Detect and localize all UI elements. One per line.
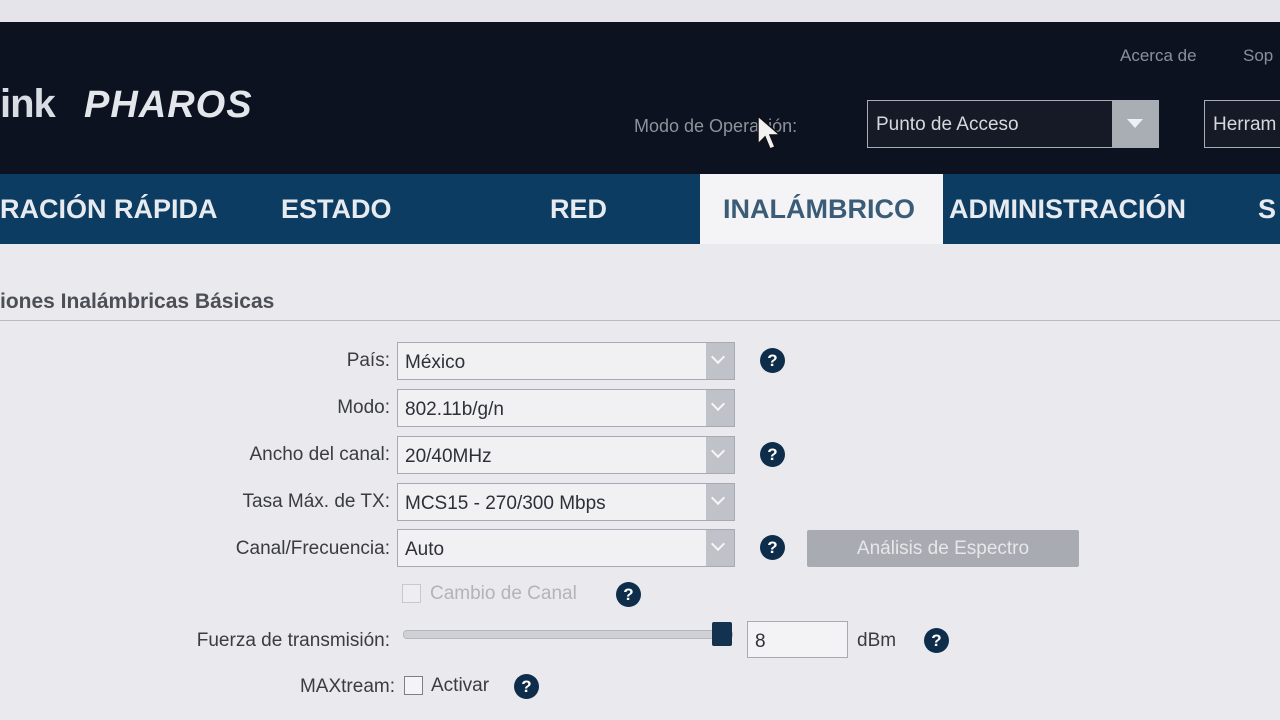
mode-label: Modo: xyxy=(337,397,390,418)
country-value: México xyxy=(405,352,466,373)
tab-administration[interactable]: ADMINISTRACIÓN xyxy=(949,194,1186,225)
tx-power-input[interactable]: 8 xyxy=(747,621,848,658)
help-icon[interactable]: ? xyxy=(760,442,785,467)
country-label: País: xyxy=(346,350,390,371)
chevron-down-icon xyxy=(706,484,734,520)
channel-frequency-value: Auto xyxy=(405,539,445,560)
chevron-down-icon xyxy=(706,390,734,426)
tab-system[interactable]: S xyxy=(1258,194,1276,225)
tx-power-unit: dBm xyxy=(857,630,897,651)
tab-wireless-label: INALÁMBRICO xyxy=(723,194,915,224)
tx-power-value: 8 xyxy=(755,631,766,652)
tx-power-slider-handle[interactable] xyxy=(712,622,732,646)
support-link[interactable]: Sop xyxy=(1243,46,1273,66)
brand-logo-partial: ink xyxy=(0,82,56,126)
section-divider xyxy=(0,320,1280,321)
brand-product-name: PHAROS xyxy=(84,84,253,126)
maxtream-label: MAXtream: xyxy=(299,676,395,697)
max-tx-rate-label: Tasa Máx. de TX: xyxy=(242,491,391,512)
help-icon[interactable]: ? xyxy=(924,628,949,653)
operation-mode-value: Punto de Acceso xyxy=(876,114,1019,135)
country-select[interactable]: México xyxy=(397,342,735,380)
chevron-down-icon xyxy=(1112,101,1158,147)
tools-select[interactable]: Herram xyxy=(1204,100,1280,148)
channel-width-select[interactable]: 20/40MHz xyxy=(397,436,735,474)
tx-power-slider-track[interactable] xyxy=(403,630,733,639)
help-icon[interactable]: ? xyxy=(616,582,641,607)
chevron-down-icon xyxy=(706,343,734,379)
mode-select[interactable]: 802.11b/g/n xyxy=(397,389,735,427)
operation-mode-select[interactable]: Punto de Acceso xyxy=(867,100,1159,148)
chevron-down-icon xyxy=(706,530,734,566)
tx-power-slider-fill xyxy=(404,631,732,638)
channel-frequency-label: Canal/Frecuencia: xyxy=(235,538,390,559)
channel-width-value: 20/40MHz xyxy=(405,446,492,467)
help-icon[interactable]: ? xyxy=(760,348,785,373)
mode-value: 802.11b/g/n xyxy=(405,399,504,420)
tab-quick-setup[interactable]: RACIÓN RÁPIDA xyxy=(0,194,218,225)
channel-change-checkbox[interactable] xyxy=(402,584,421,603)
about-link[interactable]: Acerca de xyxy=(1120,46,1197,66)
mouse-cursor-icon xyxy=(757,114,783,150)
maxtream-option-label: Activar xyxy=(431,675,490,696)
max-tx-rate-select[interactable]: MCS15 - 270/300 Mbps xyxy=(397,483,735,521)
max-tx-rate-value: MCS15 - 270/300 Mbps xyxy=(405,493,606,514)
tab-wireless[interactable]: INALÁMBRICO xyxy=(700,174,943,244)
tab-status[interactable]: ESTADO xyxy=(281,194,392,225)
channel-width-label: Ancho del canal: xyxy=(249,444,391,465)
help-icon[interactable]: ? xyxy=(760,535,785,560)
tx-power-label: Fuerza de transmisión: xyxy=(196,630,390,651)
section-title: iones Inalámbricas Básicas xyxy=(0,290,275,313)
channel-change-label: Cambio de Canal xyxy=(430,583,577,604)
channel-frequency-select[interactable]: Auto xyxy=(397,529,735,567)
spectrum-analysis-button[interactable]: Análisis de Espectro xyxy=(807,530,1079,567)
chevron-down-icon xyxy=(706,437,734,473)
main-navbar: RACIÓN RÁPIDA ESTADO RED ADMINISTRACIÓN … xyxy=(0,174,1280,244)
tools-label: Herram xyxy=(1213,114,1277,135)
maxtream-checkbox[interactable] xyxy=(404,676,423,695)
tab-network[interactable]: RED xyxy=(550,194,607,225)
help-icon[interactable]: ? xyxy=(514,674,539,699)
browser-top-strip xyxy=(0,0,1280,24)
